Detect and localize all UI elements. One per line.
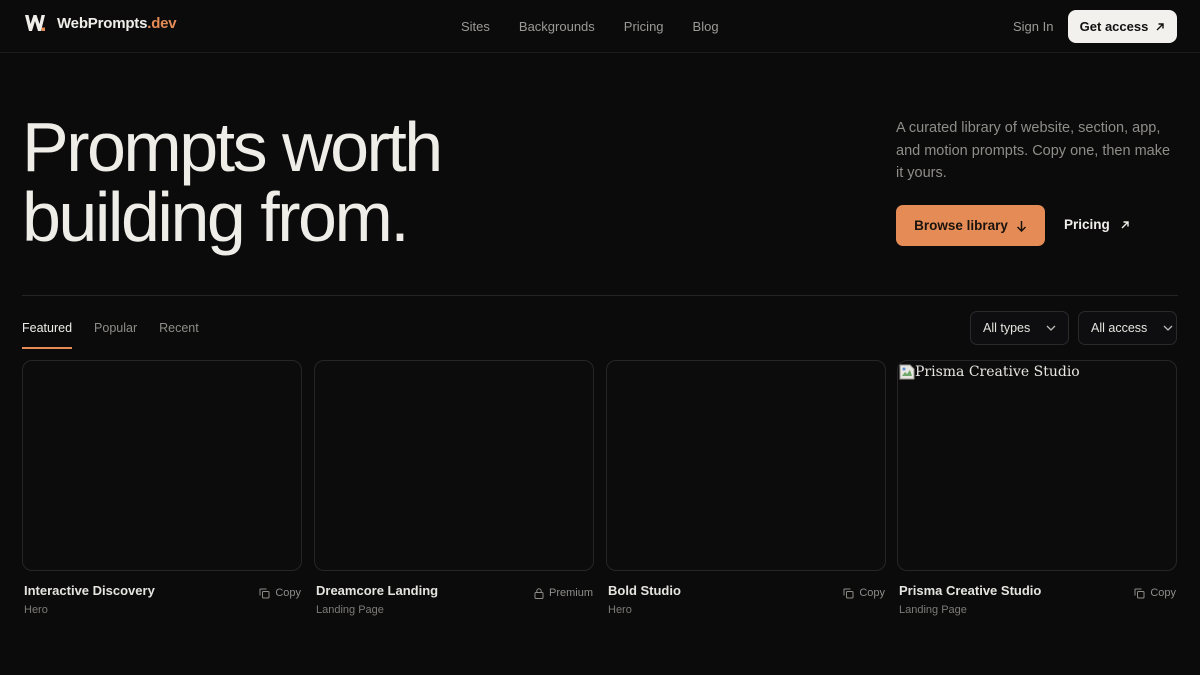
copy-icon bbox=[259, 588, 270, 598]
library-tabs: Featured Popular Recent bbox=[22, 321, 199, 349]
arrow-down-icon bbox=[1016, 220, 1026, 232]
prompt-card[interactable]: Dreamcore Landing Landing Page Premium bbox=[314, 360, 594, 620]
chevron-down-icon bbox=[1163, 325, 1173, 331]
prompt-card[interactable]: Prisma Creative Studio Prisma Creative S… bbox=[897, 360, 1177, 620]
tab-recent[interactable]: Recent bbox=[159, 321, 199, 349]
brand-suffix: .dev bbox=[147, 14, 177, 32]
card-thumbnail[interactable] bbox=[314, 360, 594, 571]
logo-w-icon bbox=[25, 15, 45, 31]
card-thumbnail[interactable]: Prisma Creative Studio bbox=[897, 360, 1177, 571]
copy-label: Copy bbox=[859, 587, 885, 599]
card-category: Hero bbox=[608, 604, 632, 616]
card-category: Hero bbox=[24, 604, 48, 616]
lock-icon bbox=[534, 587, 544, 599]
type-filter-value: All types bbox=[983, 321, 1031, 335]
logo[interactable]: WebPrompts.dev bbox=[24, 13, 177, 33]
type-filter-select[interactable]: All types bbox=[970, 311, 1069, 345]
arrow-up-right-icon bbox=[1156, 22, 1165, 30]
pricing-link[interactable]: Pricing bbox=[1064, 217, 1130, 232]
chevron-down-icon bbox=[1046, 325, 1056, 331]
prompt-card[interactable]: Bold Studio Hero Copy bbox=[606, 360, 886, 620]
card-thumbnail[interactable] bbox=[606, 360, 886, 571]
nav-item-backgrounds[interactable]: Backgrounds bbox=[519, 19, 595, 34]
image-alt-text: Prisma Creative Studio bbox=[915, 364, 1080, 380]
access-filter-value: All access bbox=[1091, 321, 1148, 335]
access-filter-select[interactable]: All access bbox=[1078, 311, 1177, 345]
nav-item-sites[interactable]: Sites bbox=[461, 19, 490, 34]
copy-label: Copy bbox=[1150, 587, 1176, 599]
card-title[interactable]: Interactive Discovery bbox=[24, 583, 155, 598]
brand-name: WebPrompts bbox=[57, 14, 148, 32]
copy-label: Copy bbox=[275, 587, 301, 599]
hero-title-line-2: building from. bbox=[22, 178, 410, 256]
copy-button[interactable]: Copy bbox=[259, 587, 301, 599]
browse-library-button[interactable]: Browse library bbox=[896, 205, 1045, 246]
broken-image-icon bbox=[899, 364, 915, 380]
prompt-card[interactable]: Interactive Discovery Hero Copy bbox=[22, 360, 302, 620]
broken-image: Prisma Creative Studio bbox=[899, 364, 1080, 380]
premium-label: Premium bbox=[548, 587, 593, 599]
card-title[interactable]: Dreamcore Landing bbox=[316, 583, 438, 598]
hero-title: Prompts worth building from. bbox=[22, 108, 443, 256]
main-nav: Sites Backgrounds Pricing Blog bbox=[461, 19, 719, 34]
arrow-up-right-icon bbox=[1121, 220, 1129, 228]
section-divider bbox=[22, 295, 1178, 296]
hero-description: A curated library of website, section, a… bbox=[896, 120, 1171, 181]
copy-button[interactable]: Copy bbox=[843, 587, 885, 599]
get-access-label: Get access bbox=[1079, 19, 1149, 34]
copy-button[interactable]: Copy bbox=[1134, 587, 1176, 599]
get-access-button[interactable]: Get access bbox=[1068, 10, 1177, 43]
tab-popular[interactable]: Popular bbox=[94, 321, 137, 349]
card-title[interactable]: Prisma Creative Studio bbox=[899, 583, 1041, 598]
nav-item-blog[interactable]: Blog bbox=[693, 19, 719, 34]
browse-library-label: Browse library bbox=[914, 218, 1008, 233]
pricing-link-label: Pricing bbox=[1064, 217, 1110, 232]
card-category: Landing Page bbox=[316, 604, 384, 616]
sign-in-link[interactable]: Sign In bbox=[1013, 19, 1053, 34]
card-category: Landing Page bbox=[899, 604, 967, 616]
premium-badge[interactable]: Premium bbox=[534, 587, 593, 599]
nav-item-pricing[interactable]: Pricing bbox=[624, 19, 664, 34]
copy-icon bbox=[1134, 588, 1145, 598]
card-title[interactable]: Bold Studio bbox=[608, 583, 681, 598]
card-thumbnail[interactable] bbox=[22, 360, 302, 571]
tab-featured[interactable]: Featured bbox=[22, 321, 73, 349]
hero-title-line-1: Prompts worth bbox=[22, 108, 443, 186]
site-header: WebPrompts.dev Sites Backgrounds Pricing… bbox=[0, 0, 1200, 53]
copy-icon bbox=[843, 588, 854, 598]
